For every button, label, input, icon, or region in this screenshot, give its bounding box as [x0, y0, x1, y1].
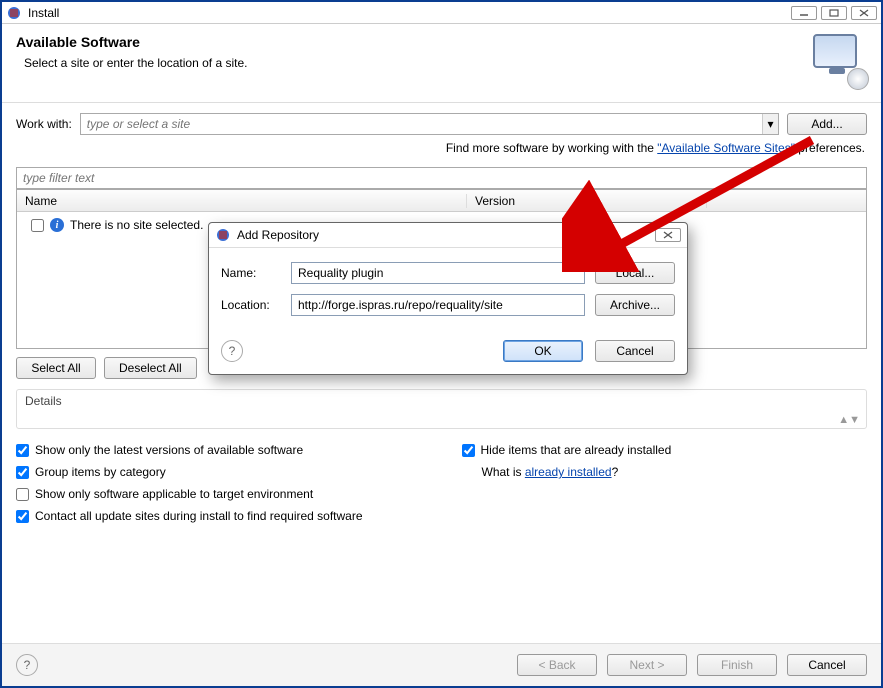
- opt-label: Show only the latest versions of availab…: [35, 443, 303, 457]
- close-button[interactable]: [851, 6, 877, 20]
- add-button[interactable]: Add...: [787, 113, 867, 135]
- dialog-cancel-button[interactable]: Cancel: [595, 340, 675, 362]
- help-icon[interactable]: ?: [16, 654, 38, 676]
- name-input[interactable]: [291, 262, 585, 284]
- empty-text: There is no site selected.: [70, 218, 203, 232]
- info-icon: i: [50, 218, 64, 232]
- row-checkbox[interactable]: [31, 219, 44, 232]
- name-row: Name: Local...: [221, 262, 675, 284]
- page-header: Available Software Select a site or ente…: [2, 24, 881, 103]
- maximize-button[interactable]: [821, 6, 847, 20]
- ok-button[interactable]: OK: [503, 340, 583, 362]
- back-button[interactable]: < Back: [517, 654, 597, 676]
- page-title: Available Software: [16, 34, 813, 50]
- opt-hide-installed[interactable]: Hide items that are already installed: [462, 443, 868, 457]
- hint-prefix: Find more software by working with the: [446, 141, 657, 155]
- location-input[interactable]: [291, 294, 585, 316]
- app-icon: [215, 227, 231, 243]
- opt-label: Hide items that are already installed: [481, 443, 672, 457]
- opt-label: Group items by category: [35, 465, 166, 479]
- deselect-all-button[interactable]: Deselect All: [104, 357, 197, 379]
- archive-button[interactable]: Archive...: [595, 294, 675, 316]
- sites-hint: Find more software by working with the "…: [16, 141, 867, 155]
- opt-label: Contact all update sites during install …: [35, 509, 363, 523]
- minimize-button[interactable]: [791, 6, 817, 20]
- checkbox[interactable]: [16, 466, 29, 479]
- location-row: Location: Archive...: [221, 294, 675, 316]
- hint-suffix: preferences.: [795, 141, 865, 155]
- opt-contact-sites[interactable]: Contact all update sites during install …: [16, 509, 867, 523]
- work-with-label: Work with:: [16, 117, 72, 131]
- page-subtitle: Select a site or enter the location of a…: [24, 56, 813, 70]
- finish-button[interactable]: Finish: [697, 654, 777, 676]
- select-all-button[interactable]: Select All: [16, 357, 96, 379]
- site-combo[interactable]: ▾: [80, 113, 779, 135]
- local-button[interactable]: Local...: [595, 262, 675, 284]
- name-label: Name:: [221, 266, 281, 280]
- site-input[interactable]: [81, 114, 762, 134]
- checkbox[interactable]: [16, 510, 29, 523]
- window-controls: [791, 6, 877, 20]
- opt-group-category[interactable]: Group items by category: [16, 465, 422, 479]
- opt-latest-versions[interactable]: Show only the latest versions of availab…: [16, 443, 422, 457]
- window-title: Install: [28, 6, 791, 20]
- dialog-title: Add Repository: [237, 228, 655, 242]
- wizard-footer: ? < Back Next > Finish Cancel: [2, 643, 881, 686]
- chevron-down-icon[interactable]: ▾: [762, 114, 778, 134]
- checkbox[interactable]: [16, 488, 29, 501]
- col-name-header[interactable]: Name: [17, 194, 467, 208]
- filter-input[interactable]: [16, 167, 867, 189]
- add-repository-dialog: Add Repository Name: Local... Location: …: [208, 222, 688, 375]
- install-icon: [813, 34, 867, 88]
- hint-prefix: What is: [482, 465, 525, 479]
- work-with-row: Work with: ▾ Add...: [16, 113, 867, 135]
- checkbox[interactable]: [462, 444, 475, 457]
- checkbox[interactable]: [16, 444, 29, 457]
- app-icon: [6, 5, 22, 21]
- hint-suffix: ?: [612, 465, 619, 479]
- cancel-button[interactable]: Cancel: [787, 654, 867, 676]
- details-label: Details: [25, 394, 62, 408]
- already-installed-hint: What is already installed?: [462, 465, 868, 479]
- titlebar: Install: [2, 2, 881, 24]
- dialog-titlebar: Add Repository: [209, 223, 687, 248]
- options-grid: Show only the latest versions of availab…: [16, 443, 867, 523]
- available-sites-link[interactable]: "Available Software Sites": [657, 141, 795, 155]
- dialog-help-icon[interactable]: ?: [221, 340, 243, 362]
- opt-applicable-env[interactable]: Show only software applicable to target …: [16, 487, 422, 501]
- next-button[interactable]: Next >: [607, 654, 687, 676]
- details-group: Details ▲▼: [16, 389, 867, 429]
- already-installed-link[interactable]: already installed: [525, 465, 612, 479]
- opt-label: Show only software applicable to target …: [35, 487, 313, 501]
- dialog-close-button[interactable]: [655, 228, 681, 242]
- table-header: Name Version: [17, 190, 866, 212]
- location-label: Location:: [221, 298, 281, 312]
- col-version-header[interactable]: Version: [467, 194, 707, 208]
- scroll-icon[interactable]: ▲▼: [838, 414, 860, 426]
